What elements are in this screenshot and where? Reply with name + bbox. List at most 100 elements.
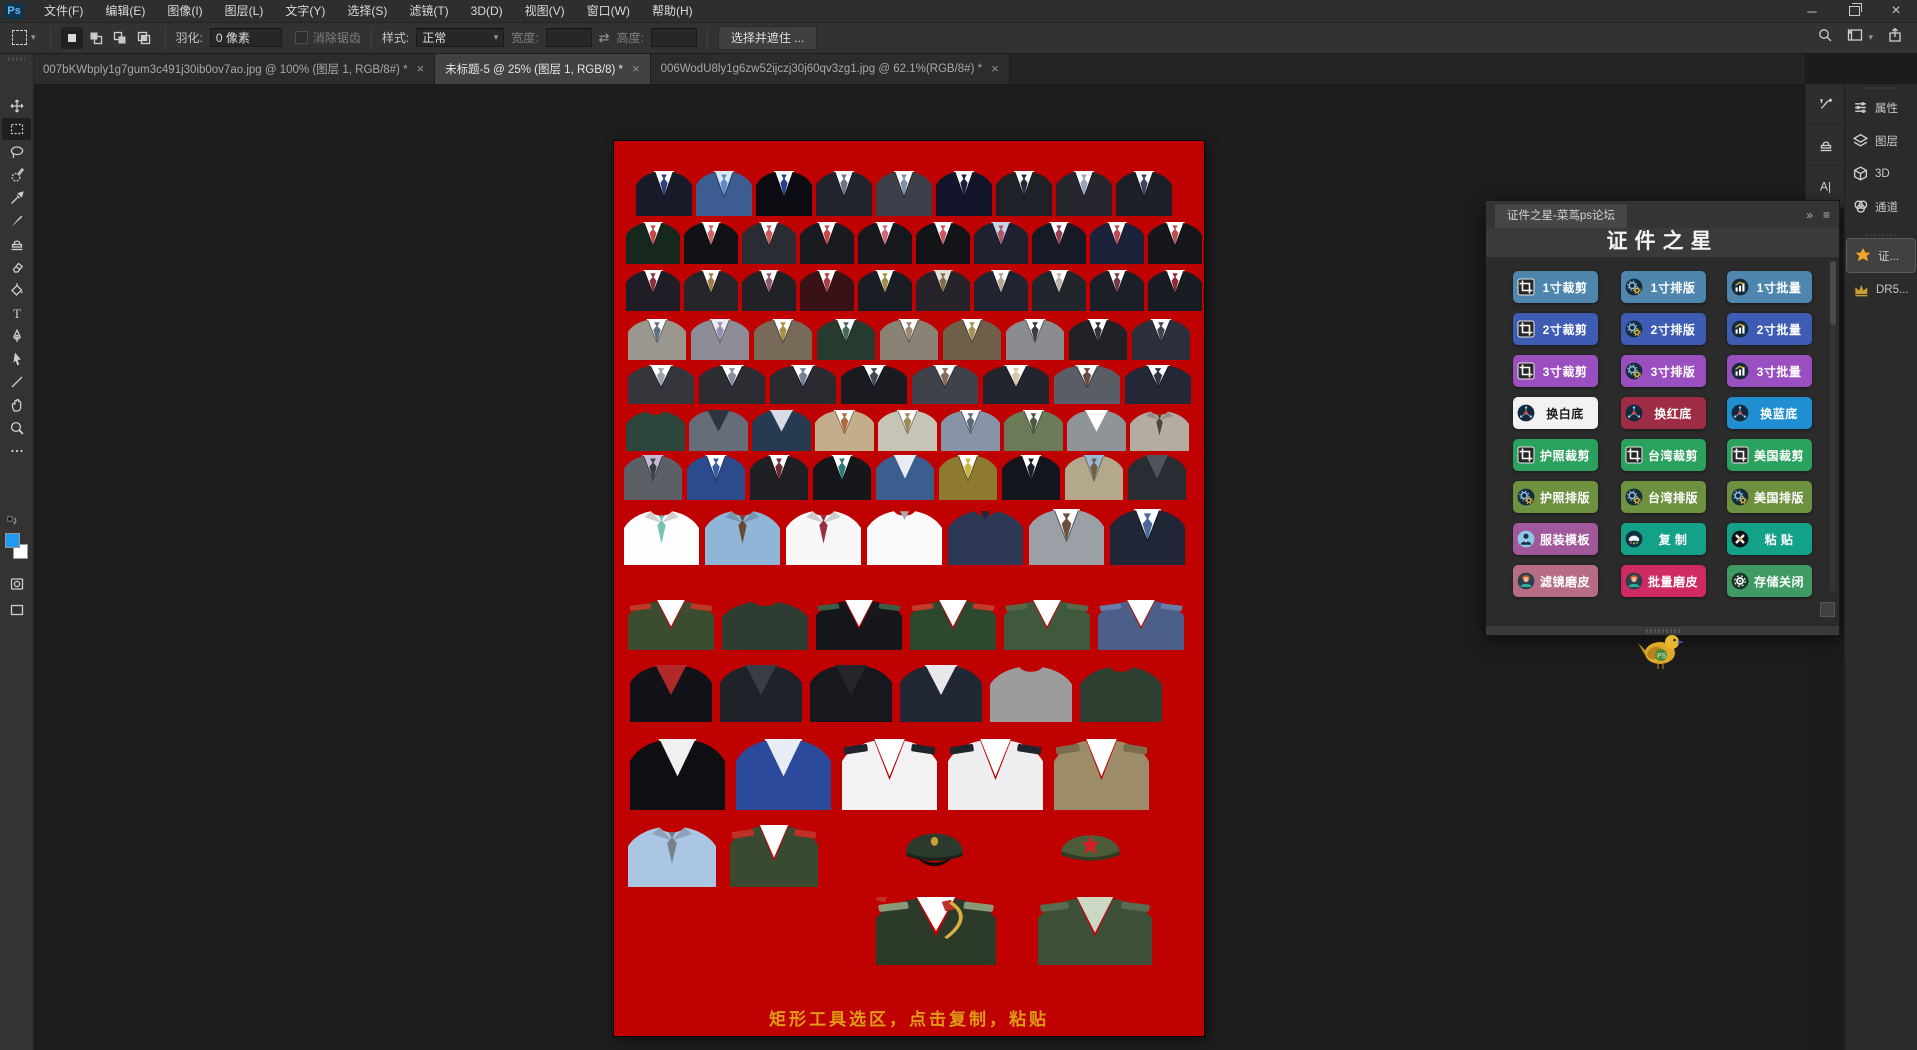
quick-select-tool[interactable] [2,164,31,186]
plugin-button-存储关闭[interactable]: 存储关闭 [1727,565,1812,597]
plugin-button-换白底[interactable]: 换白底 [1513,397,1598,429]
height-input[interactable] [651,28,697,47]
plugin-button-台湾裁剪[interactable]: 台湾裁剪 [1621,439,1706,471]
plugin-scrollbar-thumb[interactable] [1830,261,1836,325]
menu-item[interactable]: 帮助(H) [641,0,704,22]
clone-stamp-tool[interactable] [2,233,31,255]
tool-preset-picker[interactable]: ▾ [8,28,40,47]
tab-close-icon[interactable]: × [632,64,640,74]
width-input[interactable] [546,28,592,47]
zoom-tool[interactable] [2,417,31,439]
paint-bucket-tool[interactable] [2,279,31,301]
menu-item[interactable]: 图层(L) [214,0,275,22]
marquee-tool[interactable] [2,118,31,140]
screen-mode-icon[interactable] [2,599,31,621]
document-canvas[interactable]: 矩形工具选区，点击复制，粘贴 [614,141,1204,1036]
tab-close-icon[interactable]: × [417,64,425,74]
plugin-button-1寸排版[interactable]: 1寸排版 [1621,271,1706,303]
plugin-button-复制[interactable]: 复 制 [1621,523,1706,555]
plugin-bottom-grip[interactable] [1646,629,1680,633]
antialias-checkbox[interactable] [295,31,308,44]
document-tab[interactable]: 006WodU8ly1g6zw52ijczj30j60qv3zg1.jpg @ … [651,53,1010,84]
plugin-button-3寸批量[interactable]: 3寸批量 [1727,355,1812,387]
add-selection-button[interactable] [85,27,107,49]
plugin-button-粘贴[interactable]: 粘 贴 [1727,523,1812,555]
plugin-button-2寸裁剪[interactable]: 2寸裁剪 [1513,313,1598,345]
panel-button-图层[interactable]: 图层 [1845,124,1917,157]
plugin-button-1寸批量[interactable]: 1寸批量 [1727,271,1812,303]
menu-item[interactable]: 3D(D) [460,0,514,22]
restore-button[interactable] [1833,0,1875,22]
plugin-resize-corner[interactable] [1820,602,1835,617]
tab-close-icon[interactable]: × [991,64,999,74]
expand-icon[interactable]: » [1806,208,1813,222]
panel-button-3D[interactable]: 3D [1845,157,1917,190]
plugin-button-服装模板[interactable]: 服装模板 [1513,523,1598,555]
plugin-button-美国排版[interactable]: 美国排版 [1727,481,1812,513]
menu-item[interactable]: 图像(I) [156,0,213,22]
select-and-mask-button[interactable]: 选择并遮住 ... [718,26,817,50]
swap-dimensions-icon[interactable]: ⇄ [599,30,610,46]
plugin-button-美国裁剪[interactable]: 美国裁剪 [1727,439,1812,471]
plugin-button-3寸裁剪[interactable]: 3寸裁剪 [1513,355,1598,387]
menu-item[interactable]: 滤镜(T) [398,0,459,22]
minimize-button[interactable]: ─ [1791,0,1833,22]
panel-menu-icon[interactable]: ≡ [1823,208,1830,222]
menu-item[interactable]: 文件(F) [33,0,94,22]
plugin-button-护照裁剪[interactable]: 护照裁剪 [1513,439,1598,471]
menu-item[interactable]: 编辑(E) [94,0,156,22]
style-select[interactable]: 正常▾ [416,28,504,47]
brush-tool[interactable] [2,210,31,232]
dock-grip[interactable] [1845,231,1917,238]
workspace-icon[interactable] [1847,27,1863,48]
document-tab[interactable]: 007bKWbply1g7gum3c491j30ib0ov7ao.jpg @ 1… [33,53,435,84]
menu-item[interactable]: 视图(V) [514,0,576,22]
new-selection-button[interactable] [61,27,83,49]
feather-input[interactable] [210,28,282,47]
plugin-button-证...[interactable]: 证... [1847,239,1915,272]
plugin-button-2寸批量[interactable]: 2寸批量 [1727,313,1812,345]
plugin-button-3寸排版[interactable]: 3寸排版 [1621,355,1706,387]
plugin-button-滤镜磨皮[interactable]: 滤镜磨皮 [1513,565,1598,597]
clothing-template [786,509,861,565]
eyedropper-tool[interactable] [2,187,31,209]
hand-tool[interactable] [2,394,31,416]
quick-mask-icon[interactable] [2,573,31,595]
document-tab[interactable]: 未标题-5 @ 25% (图层 1, RGB/8) *× [435,53,650,84]
pen-tool[interactable] [2,325,31,347]
plugin-button-护照排版[interactable]: 护照排版 [1513,481,1598,513]
close-button[interactable]: × [1875,0,1917,22]
plugin-button-1寸裁剪[interactable]: 1寸裁剪 [1513,271,1598,303]
foreground-color-swatch[interactable] [5,533,20,548]
panel-button-属性[interactable]: 属性 [1845,91,1917,124]
plugin-panel-tab[interactable]: 证件之星-菜茑ps论坛 [1495,204,1627,228]
move-tool[interactable] [2,95,31,117]
type-tool[interactable]: T [2,302,31,324]
menu-item[interactable]: 选择(S) [336,0,398,22]
menu-item[interactable]: 文字(Y) [274,0,336,22]
dock-grip[interactable] [1845,84,1917,91]
adjustments-panel-icon[interactable] [1806,84,1846,125]
tab-title: 006WodU8ly1g6zw52ijczj30j60qv3zg1.jpg @ … [661,63,983,75]
plugin-button-批量磨皮[interactable]: 批量磨皮 [1621,565,1706,597]
plugin-button-2寸排版[interactable]: 2寸排版 [1621,313,1706,345]
plugin-button-DR5...[interactable]: DR5... [1845,273,1917,306]
more-tool[interactable] [2,440,31,462]
intersect-selection-button[interactable] [133,27,155,49]
lasso-tool[interactable] [2,141,31,163]
menu-item[interactable]: 窗口(W) [576,0,641,22]
share-icon[interactable] [1887,27,1903,48]
plugin-button-换红底[interactable]: 换红底 [1621,397,1706,429]
toolbar-grip[interactable] [8,57,25,61]
search-icon[interactable] [1817,27,1833,48]
path-select-tool[interactable] [2,348,31,370]
eraser-tool[interactable] [2,256,31,278]
subtract-selection-button[interactable] [109,27,131,49]
panel-button-通道[interactable]: 通道 [1845,190,1917,223]
plugin-button-换蓝底[interactable]: 换蓝底 [1727,397,1812,429]
clothing-template [750,455,808,500]
line-tool[interactable] [2,371,31,393]
clone-source-panel-icon[interactable] [1806,125,1846,166]
plugin-button-台湾排版[interactable]: 台湾排版 [1621,481,1706,513]
swap-colors-icon[interactable] [6,515,20,534]
